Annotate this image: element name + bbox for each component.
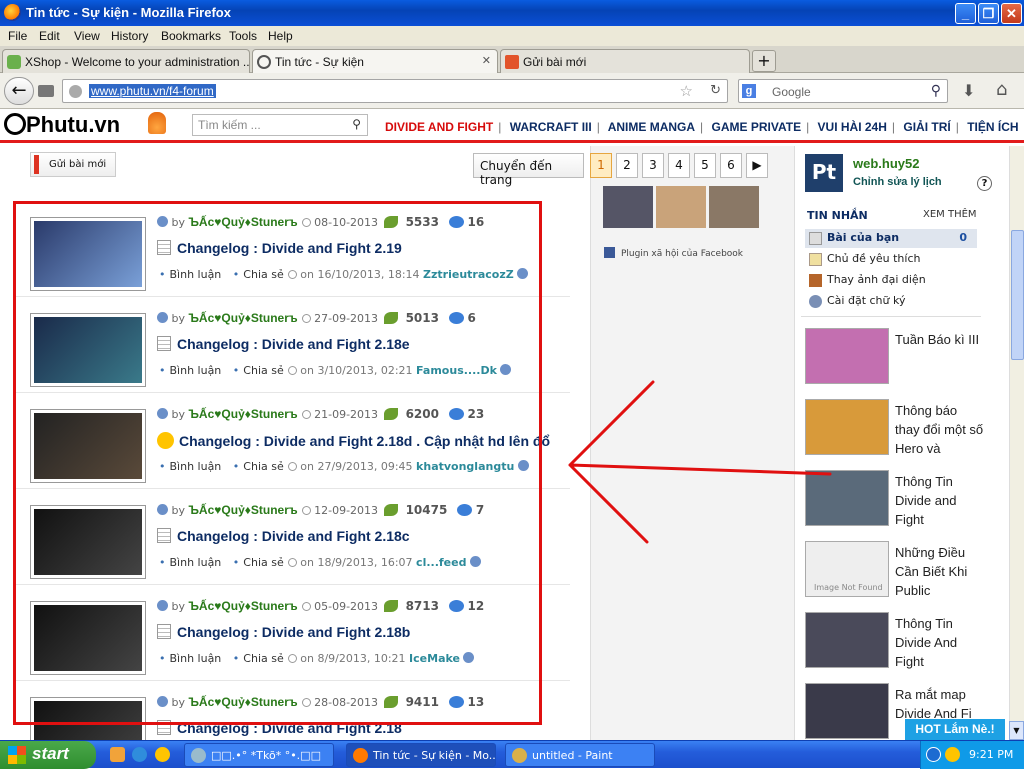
- menu-edit[interactable]: Edit: [39, 29, 60, 43]
- chat-icon: [191, 748, 206, 763]
- star-icon[interactable]: ☆: [680, 82, 693, 100]
- paint-icon: [512, 748, 527, 763]
- taskbar-item-paint[interactable]: untitled - Paint: [505, 743, 655, 767]
- search-engine-box[interactable]: g Google ⚲: [738, 79, 948, 103]
- menu-history[interactable]: History: [111, 29, 148, 43]
- tab-xshop[interactable]: XShop - Welcome to your administration .…: [2, 49, 250, 73]
- search-icon[interactable]: ⚲: [931, 82, 941, 99]
- clock: 9:21 PM: [969, 748, 1014, 761]
- firefox-icon: [4, 4, 21, 21]
- globe-icon: [69, 85, 82, 98]
- reload-icon[interactable]: ↻: [710, 83, 721, 98]
- chat-icon: [7, 55, 21, 69]
- firefox-icon: [353, 748, 368, 763]
- url-bar[interactable]: www.phutu.vn/f4-forum ☆ ↻: [62, 79, 728, 103]
- tray-chevron-icon[interactable]: [926, 747, 941, 762]
- tab-gui-bai-moi[interactable]: Gửi bài mới: [500, 49, 750, 73]
- globe-icon: [257, 55, 271, 69]
- window-title: Tin tức - Sự kiện - Mozilla Firefox: [26, 5, 231, 20]
- start-button[interactable]: start: [0, 741, 96, 769]
- menu-tools[interactable]: Tools: [229, 29, 257, 43]
- taskbar-item-chat[interactable]: □□.•° *Tkõ* °•.□□: [184, 743, 334, 767]
- windows-icon: [8, 746, 26, 764]
- new-tab-button[interactable]: +: [752, 50, 776, 72]
- tab-tin-tuc[interactable]: Tin tức - Sự kiện ✕: [252, 49, 498, 73]
- system-tray: 9:21 PM: [920, 741, 1024, 769]
- history-icon[interactable]: [38, 85, 54, 97]
- minimize-button[interactable]: _: [955, 3, 976, 24]
- close-tab-icon[interactable]: ✕: [482, 54, 491, 67]
- url-text[interactable]: www.phutu.vn/f4-forum: [89, 84, 216, 98]
- close-button[interactable]: ✕: [1001, 3, 1022, 24]
- quicklaunch-icon[interactable]: [110, 747, 125, 762]
- menu-file[interactable]: File: [8, 29, 27, 43]
- tab-label: Gửi bài mới: [523, 55, 587, 69]
- google-icon[interactable]: g: [742, 84, 756, 98]
- annotation-arrow: [568, 380, 832, 544]
- search-placeholder: Google: [772, 85, 811, 99]
- menu-view[interactable]: View: [74, 29, 100, 43]
- home-icon[interactable]: ⌂: [996, 79, 1007, 100]
- taskbar-item-firefox[interactable]: Tin tức - Sự kiện - Mo...: [346, 743, 496, 767]
- ie-icon[interactable]: [132, 747, 147, 762]
- taskbar: start □□.•° *Tkõ* °•.□□ Tin tức - Sự kiệ…: [0, 740, 1024, 769]
- tab-label: XShop - Welcome to your administration .…: [25, 55, 250, 69]
- window-titlebar[interactable]: Tin tức - Sự kiện - Mozilla Firefox _ ❐ …: [0, 0, 1024, 26]
- web-page: Phutu.vn Tìm kiếm ... ⚲ DIVIDE AND FIGHT |…: [0, 110, 1024, 740]
- back-button[interactable]: ←: [4, 77, 34, 105]
- tab-label: Tin tức - Sự kiện: [275, 55, 364, 69]
- menu-help[interactable]: Help: [268, 29, 293, 43]
- restore-button[interactable]: ❐: [978, 3, 999, 24]
- emoji-icon[interactable]: [155, 747, 170, 762]
- emoji-icon[interactable]: [945, 747, 960, 762]
- send-icon: [505, 55, 519, 69]
- tab-bar: XShop - Welcome to your administration .…: [0, 46, 1024, 73]
- menu-bookmarks[interactable]: Bookmarks: [161, 29, 221, 43]
- download-icon[interactable]: ⬇: [962, 81, 975, 100]
- menu-bar: File Edit View History Bookmarks Tools H…: [0, 26, 1024, 46]
- navigation-bar: ← www.phutu.vn/f4-forum ☆ ↻ g Google ⚲ ⬇…: [0, 73, 1024, 109]
